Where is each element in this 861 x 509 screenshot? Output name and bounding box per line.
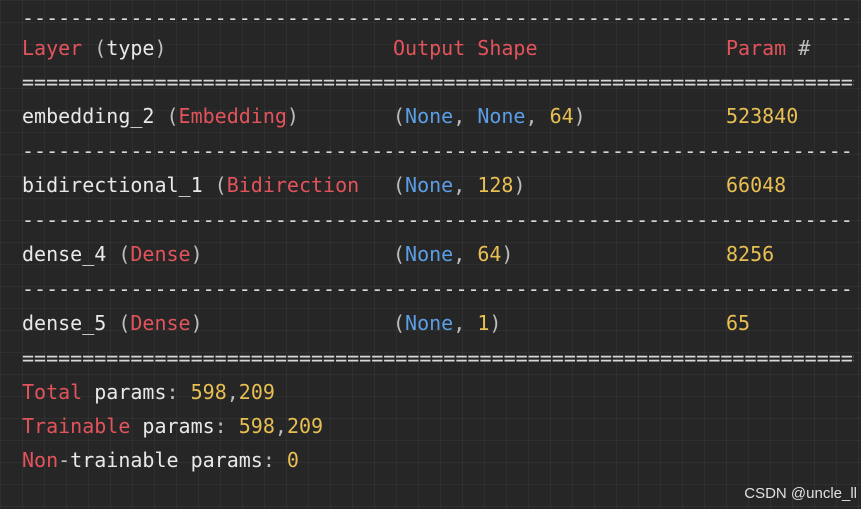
output-shape-token: None [405, 311, 454, 335]
non-dash: - [58, 448, 71, 472]
output-shape-token: , [453, 242, 478, 266]
separator-footer: ========================================… [22, 350, 854, 366]
output-shape-token: 64 [477, 242, 502, 266]
output-shape-token: ( [393, 242, 406, 266]
separator-header: ========================================… [22, 74, 854, 90]
non-colon: : [262, 448, 287, 472]
output-shape-token: 64 [549, 104, 574, 128]
trainable-label: Trainable [22, 414, 131, 438]
output-shape-token: ( [393, 173, 406, 197]
output-shape-token: None [405, 242, 454, 266]
table-row-layer: bidirectional_1 (Bidirection [22, 173, 382, 197]
layer-type: Dense [130, 242, 191, 266]
output-shape: (None, 1) [393, 311, 501, 335]
output-shape: (None, 128) [393, 173, 525, 197]
total-params-line: Total params: 598,209 [22, 380, 275, 404]
trainable-params-line: Trainable params: 598,209 [22, 414, 323, 438]
trainable-comma: , [274, 414, 287, 438]
layer-type: Embedding [178, 104, 287, 128]
layer-type-paren-close: ) [190, 242, 203, 266]
trainable-value-a: 598 [238, 414, 275, 438]
table-row-layer: embedding_2 (Embedding) [22, 104, 382, 128]
header-param: Param # [726, 36, 810, 60]
layer-type-paren-open: ( [154, 104, 179, 128]
non-value: 0 [286, 448, 299, 472]
layer-name: dense_5 [22, 311, 107, 335]
output-shape-token: , [453, 173, 478, 197]
layer-type-paren-close: ) [286, 104, 299, 128]
table-row-layer: dense_5 (Dense) [22, 311, 382, 335]
watermark: CSDN @uncle_ll [744, 485, 857, 502]
layer-name: dense_4 [22, 242, 107, 266]
output-shape-token: None [405, 173, 454, 197]
total-colon: : [166, 380, 191, 404]
layer-name: bidirectional_1 [22, 173, 203, 197]
trainable-params-word: params [130, 414, 215, 438]
header-param-label: Param [726, 36, 787, 60]
output-shape-token: 128 [477, 173, 514, 197]
header-type-label: type [106, 36, 155, 60]
header-paren-close: ) [154, 36, 167, 60]
output-shape-token: ( [393, 104, 406, 128]
layer-type-paren-open: ( [106, 242, 131, 266]
trainable-value-b: 209 [286, 414, 324, 438]
output-shape-token: , [453, 104, 478, 128]
output-shape-token: , [453, 311, 478, 335]
trainable-colon: : [214, 414, 239, 438]
param-count: 523840 [726, 104, 799, 128]
separator-row: ----------------------------------------… [22, 212, 854, 228]
layer-type: Bidirection [226, 173, 360, 197]
total-label: Total [22, 380, 83, 404]
layer-type-paren-open: ( [106, 311, 131, 335]
output-shape-token: None [477, 104, 526, 128]
output-shape-token: ) [501, 242, 514, 266]
header-output-shape: Output Shape [393, 36, 538, 60]
separator-row: ----------------------------------------… [22, 143, 854, 159]
param-count: 8256 [726, 242, 775, 266]
separator-top: ----------------------------------------… [22, 10, 854, 26]
output-shape-token: , [525, 104, 550, 128]
output-shape-token: None [405, 104, 454, 128]
total-params-word: params [82, 380, 167, 404]
header-layer-label: Layer [22, 36, 83, 60]
total-value-b: 209 [238, 380, 275, 404]
layer-type-paren-open: ( [202, 173, 227, 197]
header-layer-type: Layer (type) [22, 36, 167, 60]
header-paren-open: ( [82, 36, 107, 60]
non-trainable-params-line: Non-trainable params: 0 [22, 448, 299, 472]
total-value-a: 598 [190, 380, 227, 404]
table-row-layer: dense_4 (Dense) [22, 242, 382, 266]
output-shape-token: ) [513, 173, 526, 197]
layer-type: Dense [130, 311, 191, 335]
non-label: Non [22, 448, 59, 472]
param-count: 65 [726, 311, 751, 335]
output-shape-token: 1 [477, 311, 490, 335]
param-count: 66048 [726, 173, 787, 197]
non-trainable-word: trainable params [70, 448, 263, 472]
output-shape-token: ( [393, 311, 406, 335]
output-shape-token: ) [489, 311, 502, 335]
output-shape-token: ) [573, 104, 586, 128]
separator-row: ----------------------------------------… [22, 281, 854, 297]
output-shape: (None, None, 64) [393, 104, 586, 128]
header-param-hash: # [786, 36, 811, 60]
layer-type-paren-close: ) [190, 311, 203, 335]
layer-name: embedding_2 [22, 104, 155, 128]
total-comma: , [226, 380, 239, 404]
output-shape: (None, 64) [393, 242, 513, 266]
